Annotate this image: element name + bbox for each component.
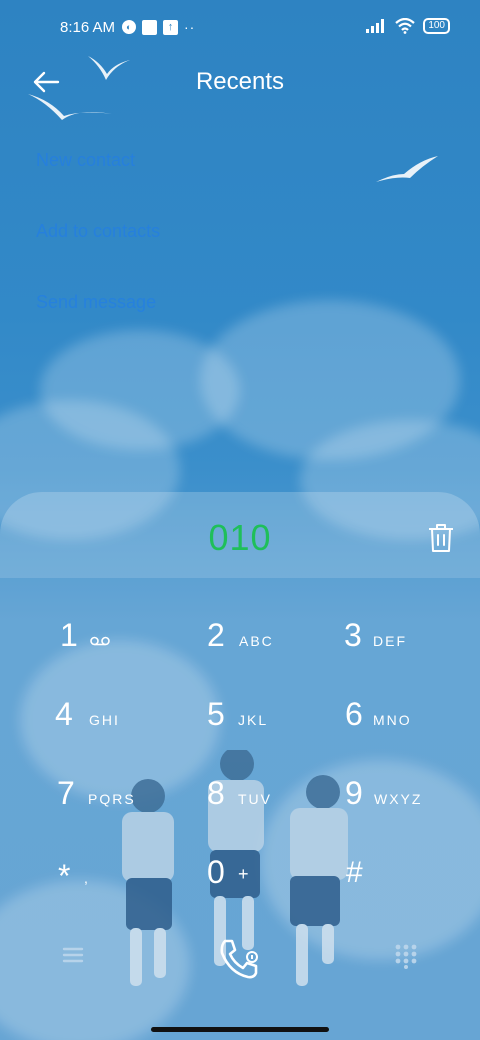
key-5[interactable]: 5 JKL <box>207 696 347 766</box>
key-digit: 1 <box>60 617 78 653</box>
menu-icon[interactable] <box>62 945 84 965</box>
dialed-number: 010 <box>208 517 272 558</box>
key-star[interactable]: * , <box>58 858 198 928</box>
key-digit: 4 <box>55 696 73 732</box>
key-letters: ABC <box>239 633 274 649</box>
key-7[interactable]: 7 PQRS <box>57 775 197 845</box>
home-indicator[interactable] <box>151 1027 329 1032</box>
reminder-icon: ◐ <box>122 20 136 34</box>
status-time: 8:16 AM <box>60 19 116 36</box>
key-8[interactable]: 8 TUV <box>207 775 347 845</box>
key-digit: 7 <box>57 775 75 811</box>
key-letters: MNO <box>373 712 412 728</box>
call-sim-icon[interactable] <box>216 935 264 983</box>
trash-icon[interactable] <box>426 522 456 554</box>
dialpad-icon[interactable] <box>394 943 418 969</box>
key-2[interactable]: 2 ABC <box>207 617 347 687</box>
bird-decoration <box>376 156 438 182</box>
key-digit: # <box>346 856 363 889</box>
send-message-link[interactable]: Send message <box>36 287 160 358</box>
new-contact-link[interactable]: New contact <box>36 145 160 216</box>
key-3[interactable]: 3 DEF <box>344 617 480 687</box>
key-digit: 0 <box>207 854 225 890</box>
key-9[interactable]: 9 WXYZ <box>345 775 480 845</box>
key-digit: 9 <box>345 775 363 811</box>
key-letters: GHI <box>89 712 120 728</box>
key-letters: TUV <box>238 791 272 807</box>
add-to-contacts-link[interactable]: Add to contacts <box>36 216 160 287</box>
key-digit: 5 <box>207 696 225 732</box>
key-letters: PQRS <box>88 791 136 807</box>
status-bar: 8:16 AM ◐ ↑ ·· 100 <box>0 0 480 56</box>
key-4[interactable]: 4 GHI <box>55 696 195 766</box>
number-actions: New contact Add to contacts Send message <box>36 145 160 358</box>
key-digit: 3 <box>344 617 362 653</box>
dialer-bottom-bar <box>0 935 480 985</box>
key-digit: 8 <box>207 775 225 811</box>
key-letters: + <box>238 864 251 884</box>
key-1[interactable]: 1 <box>60 617 200 687</box>
key-letters: , <box>84 870 90 886</box>
page-title: Recents <box>195 68 285 95</box>
key-digit: 2 <box>207 617 225 653</box>
battery-indicator: 100 <box>423 18 450 34</box>
app-header: Recents <box>0 58 480 106</box>
dialer-screen: 8:16 AM ◐ ↑ ·· 100 Recents New contact A… <box>0 0 480 1040</box>
key-digit: * <box>58 858 71 894</box>
key-hash[interactable]: # <box>346 856 480 926</box>
key-digit: 6 <box>345 696 363 732</box>
upload-icon: ↑ <box>163 19 178 35</box>
key-letters: DEF <box>373 633 407 649</box>
key-6[interactable]: 6 MNO <box>345 696 480 766</box>
overflow-dots: ·· <box>184 19 196 35</box>
wifi-icon <box>395 18 416 34</box>
key-letters: WXYZ <box>374 791 423 807</box>
signal-icon <box>366 19 385 33</box>
square-app-icon <box>142 19 157 35</box>
key-letters: JKL <box>238 712 269 728</box>
key-0[interactable]: 0 + <box>207 854 347 924</box>
voicemail-icon <box>90 636 110 646</box>
